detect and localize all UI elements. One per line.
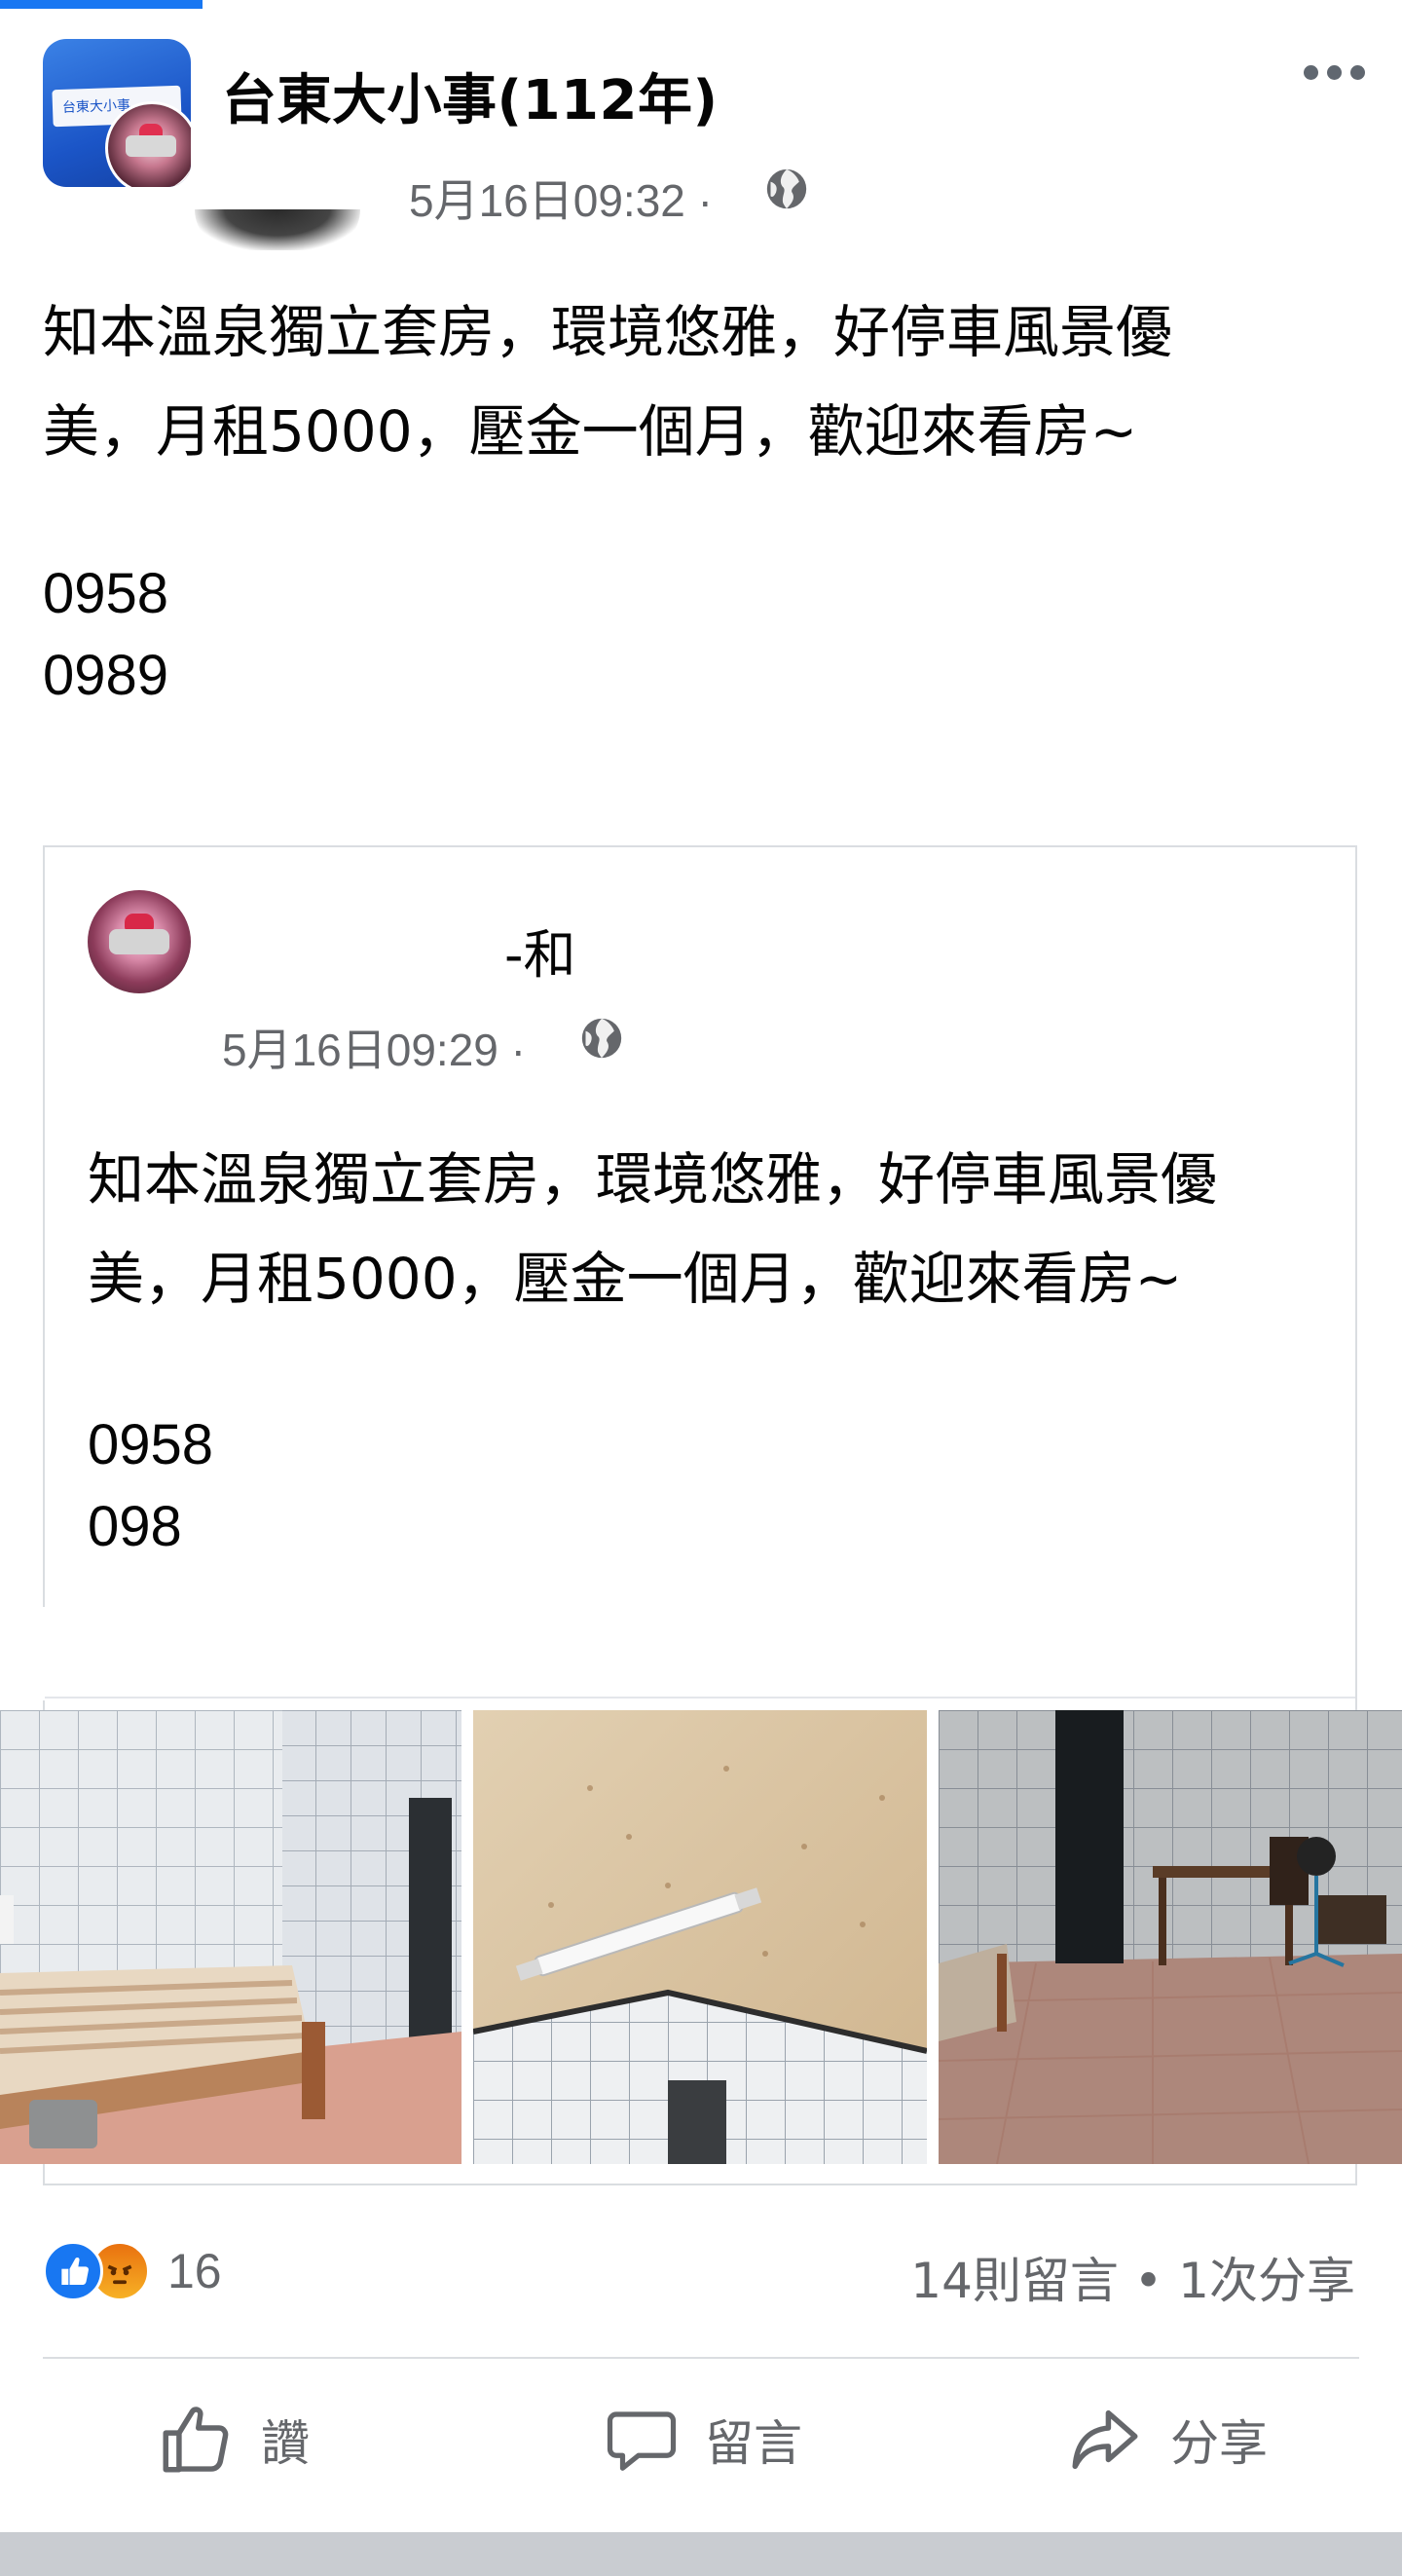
phone-number: 0989 [43, 644, 169, 707]
share-button[interactable]: 分享 [1065, 2376, 1268, 2503]
more-options-button[interactable] [1295, 43, 1373, 101]
redaction-mark [195, 209, 360, 250]
top-accent-line [0, 0, 203, 9]
photo-bedroom[interactable] [0, 1710, 461, 2164]
dot-icon [1326, 64, 1342, 80]
action-bar: 讚 留言 分享 [0, 2376, 1402, 2503]
post-text-line: 知本溫泉獨立套房，環境悠雅，好停車風景優 [43, 299, 1173, 365]
share-arrow-icon [1072, 2409, 1138, 2470]
photo-room[interactable]: +7 [939, 1710, 1402, 2164]
like-label: 讚 [261, 2415, 310, 2472]
post-text-line: 美，月租5000，壓金一個月，歡迎來看房~ [43, 398, 1138, 465]
comment-button[interactable]: 留言 [604, 2376, 802, 2503]
page-name[interactable]: 台東大小事(112年) [222, 56, 719, 135]
post-text: 知本溫泉獨立套房，環境悠雅，好停車風景優 美，月租5000，壓金一個月，歡迎來看… [43, 282, 1367, 481]
dot-icon [1349, 64, 1365, 80]
reaction-count: 16 [167, 2244, 222, 2298]
shared-timestamp[interactable]: 5月16日09:29 · [222, 1015, 526, 1079]
card-divider [45, 1697, 1355, 1699]
bottom-separator [0, 2532, 1402, 2576]
action-divider [43, 2357, 1359, 2359]
post-timestamp[interactable]: 5月16日09:32 · [409, 166, 713, 230]
share-label: 分享 [1170, 2415, 1268, 2472]
photo-grid: +7 [0, 1710, 1402, 2164]
shared-author-avatar[interactable] [88, 890, 191, 993]
avatar-photo [105, 101, 191, 187]
photo-ceiling[interactable] [473, 1710, 927, 2164]
shared-text-line: 知本溫泉獨立套房，環境悠雅，好停車風景優 [88, 1146, 1218, 1213]
shared-author-name[interactable]: -和 [504, 912, 576, 989]
phone-number: 0958 [88, 1413, 214, 1476]
like-button[interactable]: 讚 [156, 2376, 310, 2503]
comment-share-counts[interactable]: 14則留言 • 1次分享 [910, 2242, 1355, 2312]
globe-icon [766, 168, 807, 209]
shared-post-text: 知本溫泉獨立套房，環境悠雅，好停車風景優 美，月租5000，壓金一個月，歡迎來看… [88, 1130, 1344, 1328]
dot-icon [1303, 64, 1318, 80]
thumbs-up-icon [163, 2407, 229, 2473]
globe-icon [581, 1018, 622, 1059]
comment-label: 留言 [705, 2415, 802, 2472]
phone-number: 0958 [43, 562, 169, 625]
comment-icon [607, 2411, 677, 2471]
reactions-summary[interactable]: 16 [43, 2238, 222, 2304]
like-reaction-icon [43, 2241, 103, 2301]
phone-number: 098 [88, 1495, 182, 1558]
page-avatar[interactable]: 台東大小事 [43, 39, 191, 187]
shared-text-line: 美，月租5000，壓金一個月，歡迎來看房~ [88, 1246, 1183, 1312]
